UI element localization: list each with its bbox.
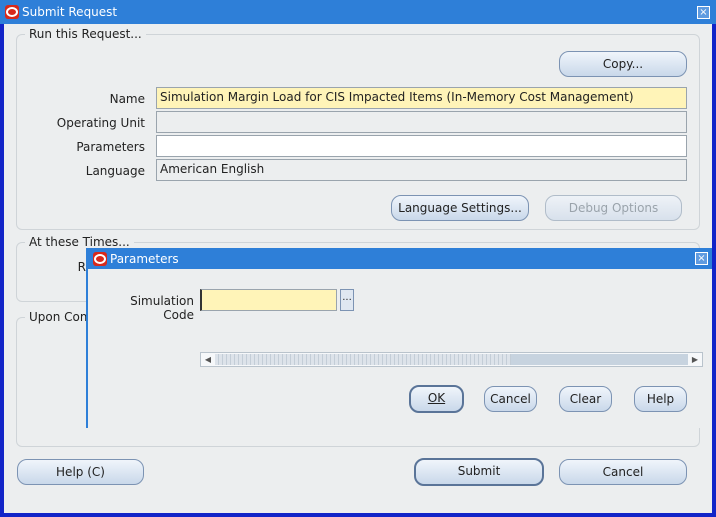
cancel-button[interactable]: Cancel [559,459,687,485]
parameters-field[interactable] [156,135,687,157]
scrollbar-thumb[interactable] [215,354,511,365]
schedule-label-partial: R [77,260,86,274]
simulation-code-label: Simulation Code [130,294,194,322]
scroll-right-icon[interactable]: ▶ [688,353,702,366]
copy-button[interactable]: Copy... [559,51,687,77]
parameters-dialog: Parameters × Simulation Code ... ◀ ▶ OK … [86,248,712,428]
debug-options-button[interactable]: Debug Options [545,195,682,221]
ok-button[interactable]: OK [409,385,464,413]
oracle-logo-icon [93,251,107,266]
language-field[interactable]: American English [156,159,687,181]
parameters-title-bar: Parameters × [88,248,712,269]
name-field[interactable]: Simulation Margin Load for CIS Impacted … [156,87,687,109]
scrollbar-track[interactable] [511,354,688,365]
close-icon[interactable]: × [697,5,710,19]
main-title-bar: Submit Request × [0,0,716,24]
name-label: Name [109,92,145,106]
parameters-label: Parameters [76,140,145,154]
close-icon[interactable]: × [695,252,708,265]
scroll-left-icon[interactable]: ◀ [201,353,215,366]
operating-unit-field[interactable] [156,111,687,133]
horizontal-scrollbar[interactable]: ◀ ▶ [200,352,703,367]
help-button[interactable]: Help (C) [17,459,144,485]
ok-button-label: OK [427,391,446,405]
parameters-dialog-title: Parameters [110,251,179,266]
simulation-code-field[interactable] [200,289,337,311]
at-these-times-group-label: At these Times... [25,235,134,249]
oracle-logo-icon [5,5,19,19]
dialog-cancel-button[interactable]: Cancel [484,386,537,412]
submit-button[interactable]: Submit [414,458,544,486]
clear-button[interactable]: Clear [559,386,612,412]
run-request-group-label: Run this Request... [25,27,146,41]
dialog-help-button[interactable]: Help [634,386,687,412]
window-title: Submit Request [22,5,118,19]
operating-unit-label: Operating Unit [56,116,145,130]
upon-completion-group-label: Upon Com [25,310,96,324]
language-label: Language [85,164,145,178]
language-settings-button[interactable]: Language Settings... [391,195,529,221]
lov-button[interactable]: ... [340,289,354,311]
